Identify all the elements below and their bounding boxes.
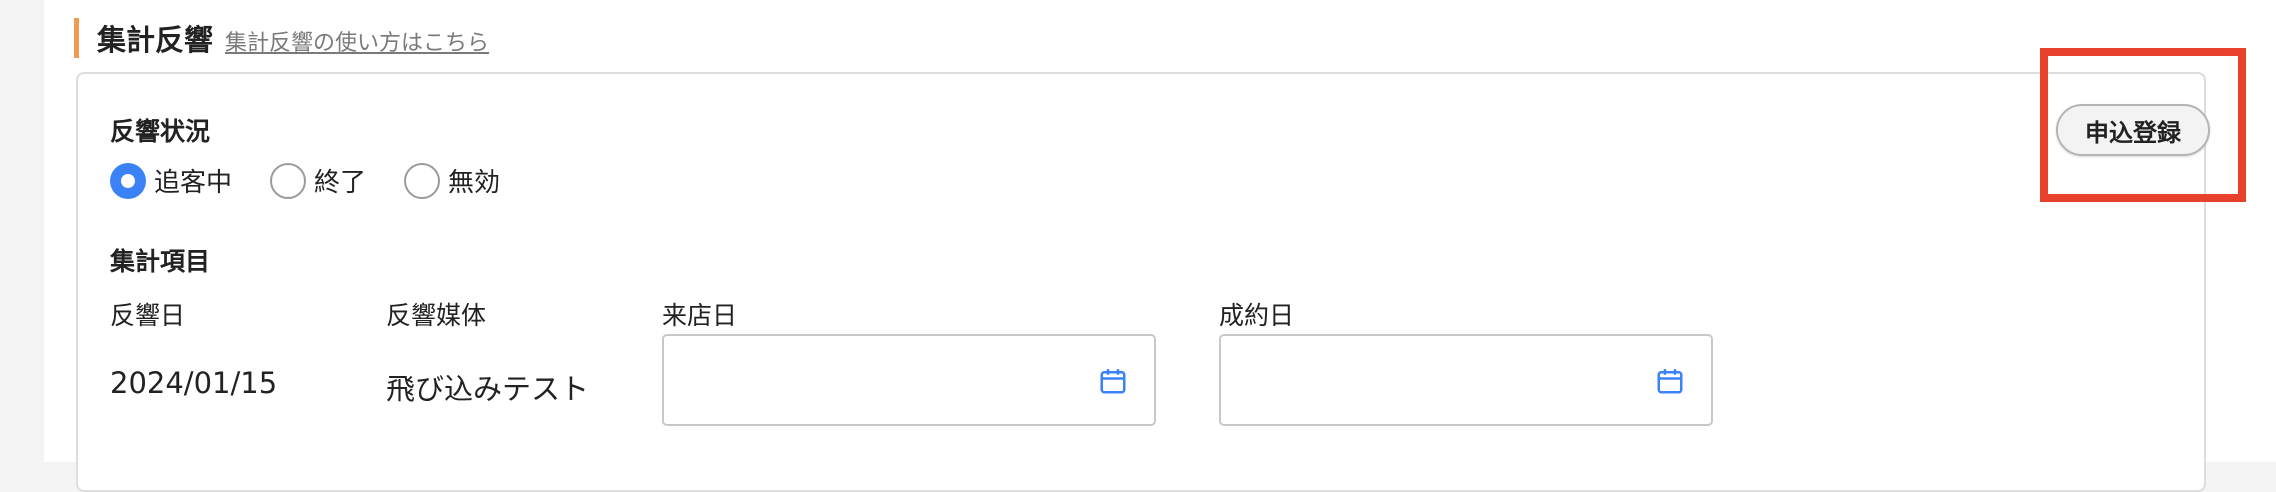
radio-option-ended[interactable]: 終了 [270,162,366,199]
visit-date-label: 来店日 [662,301,738,330]
response-date-value: 2024/01/15 [110,366,278,400]
response-panel: 反響状況 追客中 終了 無効 集計項目 反響日 反響媒体 来店日 成約日 202… [76,72,2210,492]
radio-label: 無効 [448,168,501,198]
main-content: 集計反響 集計反響の使い方はこちら 反響状況 追客中 終了 無効 集計項目 反響… [44,0,2276,492]
help-link[interactable]: 集計反響の使い方はこちら [225,25,489,57]
items-label: 集計項目 [110,247,211,276]
radio-label: 追客中 [154,168,233,198]
calendar-icon[interactable] [1098,366,1128,396]
section-accent-bar [74,18,79,58]
section-header: 集計反響 集計反響の使い方はこちら [74,18,489,58]
radio-dot [121,173,135,188]
radio-button[interactable] [270,162,307,199]
visit-date-input[interactable] [662,334,1156,426]
contract-date-input[interactable] [1219,334,1713,426]
media-label: 反響媒体 [386,301,487,330]
radio-button-checked[interactable] [110,162,146,199]
response-date-label: 反響日 [110,301,186,330]
media-value: 飛び込みテスト [386,372,590,406]
apply-register-button[interactable]: 申込登録 [2056,104,2210,156]
radio-label: 終了 [314,168,367,198]
contract-date-label: 成約日 [1219,301,1295,330]
status-radio-group: 追客中 終了 無効 [110,162,538,199]
radio-option-following[interactable]: 追客中 [110,162,232,199]
calendar-icon[interactable] [1655,366,1685,396]
section-title: 集計反響 [97,23,214,57]
status-label: 反響状況 [110,117,211,146]
radio-option-invalid[interactable]: 無効 [404,162,500,199]
radio-button[interactable] [404,162,441,199]
